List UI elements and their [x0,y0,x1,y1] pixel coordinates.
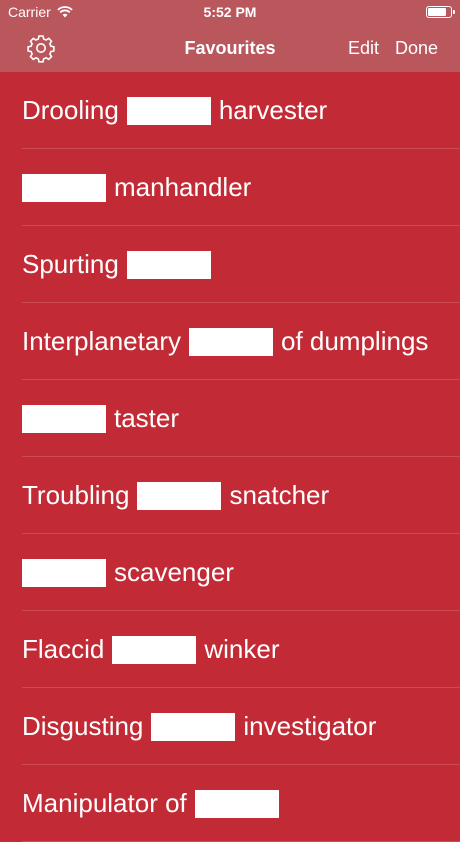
phrase-after: harvester [218,95,328,125]
nav-actions: Edit Done [348,38,438,59]
phrase-after: manhandler [114,172,252,202]
blank-placeholder [126,96,211,125]
list-item[interactable]: Interplanetary of dumplings [0,303,460,380]
phrase-before: Troubling [22,480,130,510]
list-item[interactable]: manhandler [0,149,460,226]
list-item[interactable]: taster [0,380,460,457]
list-item[interactable]: Troubling snatcher [0,457,460,534]
phrase-after: of dumplings [280,326,429,356]
list-item[interactable]: Drooling harvester [0,72,460,149]
phrase-before: Manipulator of [22,788,187,818]
phrase-before: Spurting [22,249,119,279]
blank-placeholder [151,712,236,741]
list-item[interactable]: scavenger [0,534,460,611]
list-item[interactable]: Spurting [0,226,460,303]
blank-placeholder [22,558,106,587]
blank-placeholder [22,173,106,202]
phrase-before: Disgusting [22,711,144,741]
blank-placeholder [137,481,222,510]
battery-icon [426,6,455,18]
favourites-list: Drooling harvester manhandler Spurting I… [0,72,460,842]
navigation-bar: Favourites Edit Done [0,24,460,72]
gear-icon[interactable] [26,33,56,63]
phrase-before: Drooling [22,95,119,125]
done-button[interactable]: Done [395,38,438,59]
phrase-before: Flaccid [22,634,105,664]
clock: 5:52 PM [203,4,257,20]
edit-button[interactable]: Edit [348,38,379,59]
blank-placeholder [188,327,273,356]
phrase-after: snatcher [229,480,330,510]
phrase-before: Interplanetary [22,326,181,356]
phrase-after: taster [114,403,180,433]
list-item[interactable]: Flaccid winker [0,611,460,688]
phrase-after: scavenger [114,557,234,587]
phrase-after: investigator [243,711,377,741]
list-item[interactable]: Disgusting investigator [0,688,460,765]
blank-placeholder [126,250,211,279]
list-item[interactable]: Manipulator of [0,765,460,842]
blank-placeholder [112,635,197,664]
status-bar: Carrier 5:52 PM [0,0,460,24]
blank-placeholder [194,789,279,818]
blank-placeholder [22,404,106,433]
phrase-after: winker [204,634,280,664]
